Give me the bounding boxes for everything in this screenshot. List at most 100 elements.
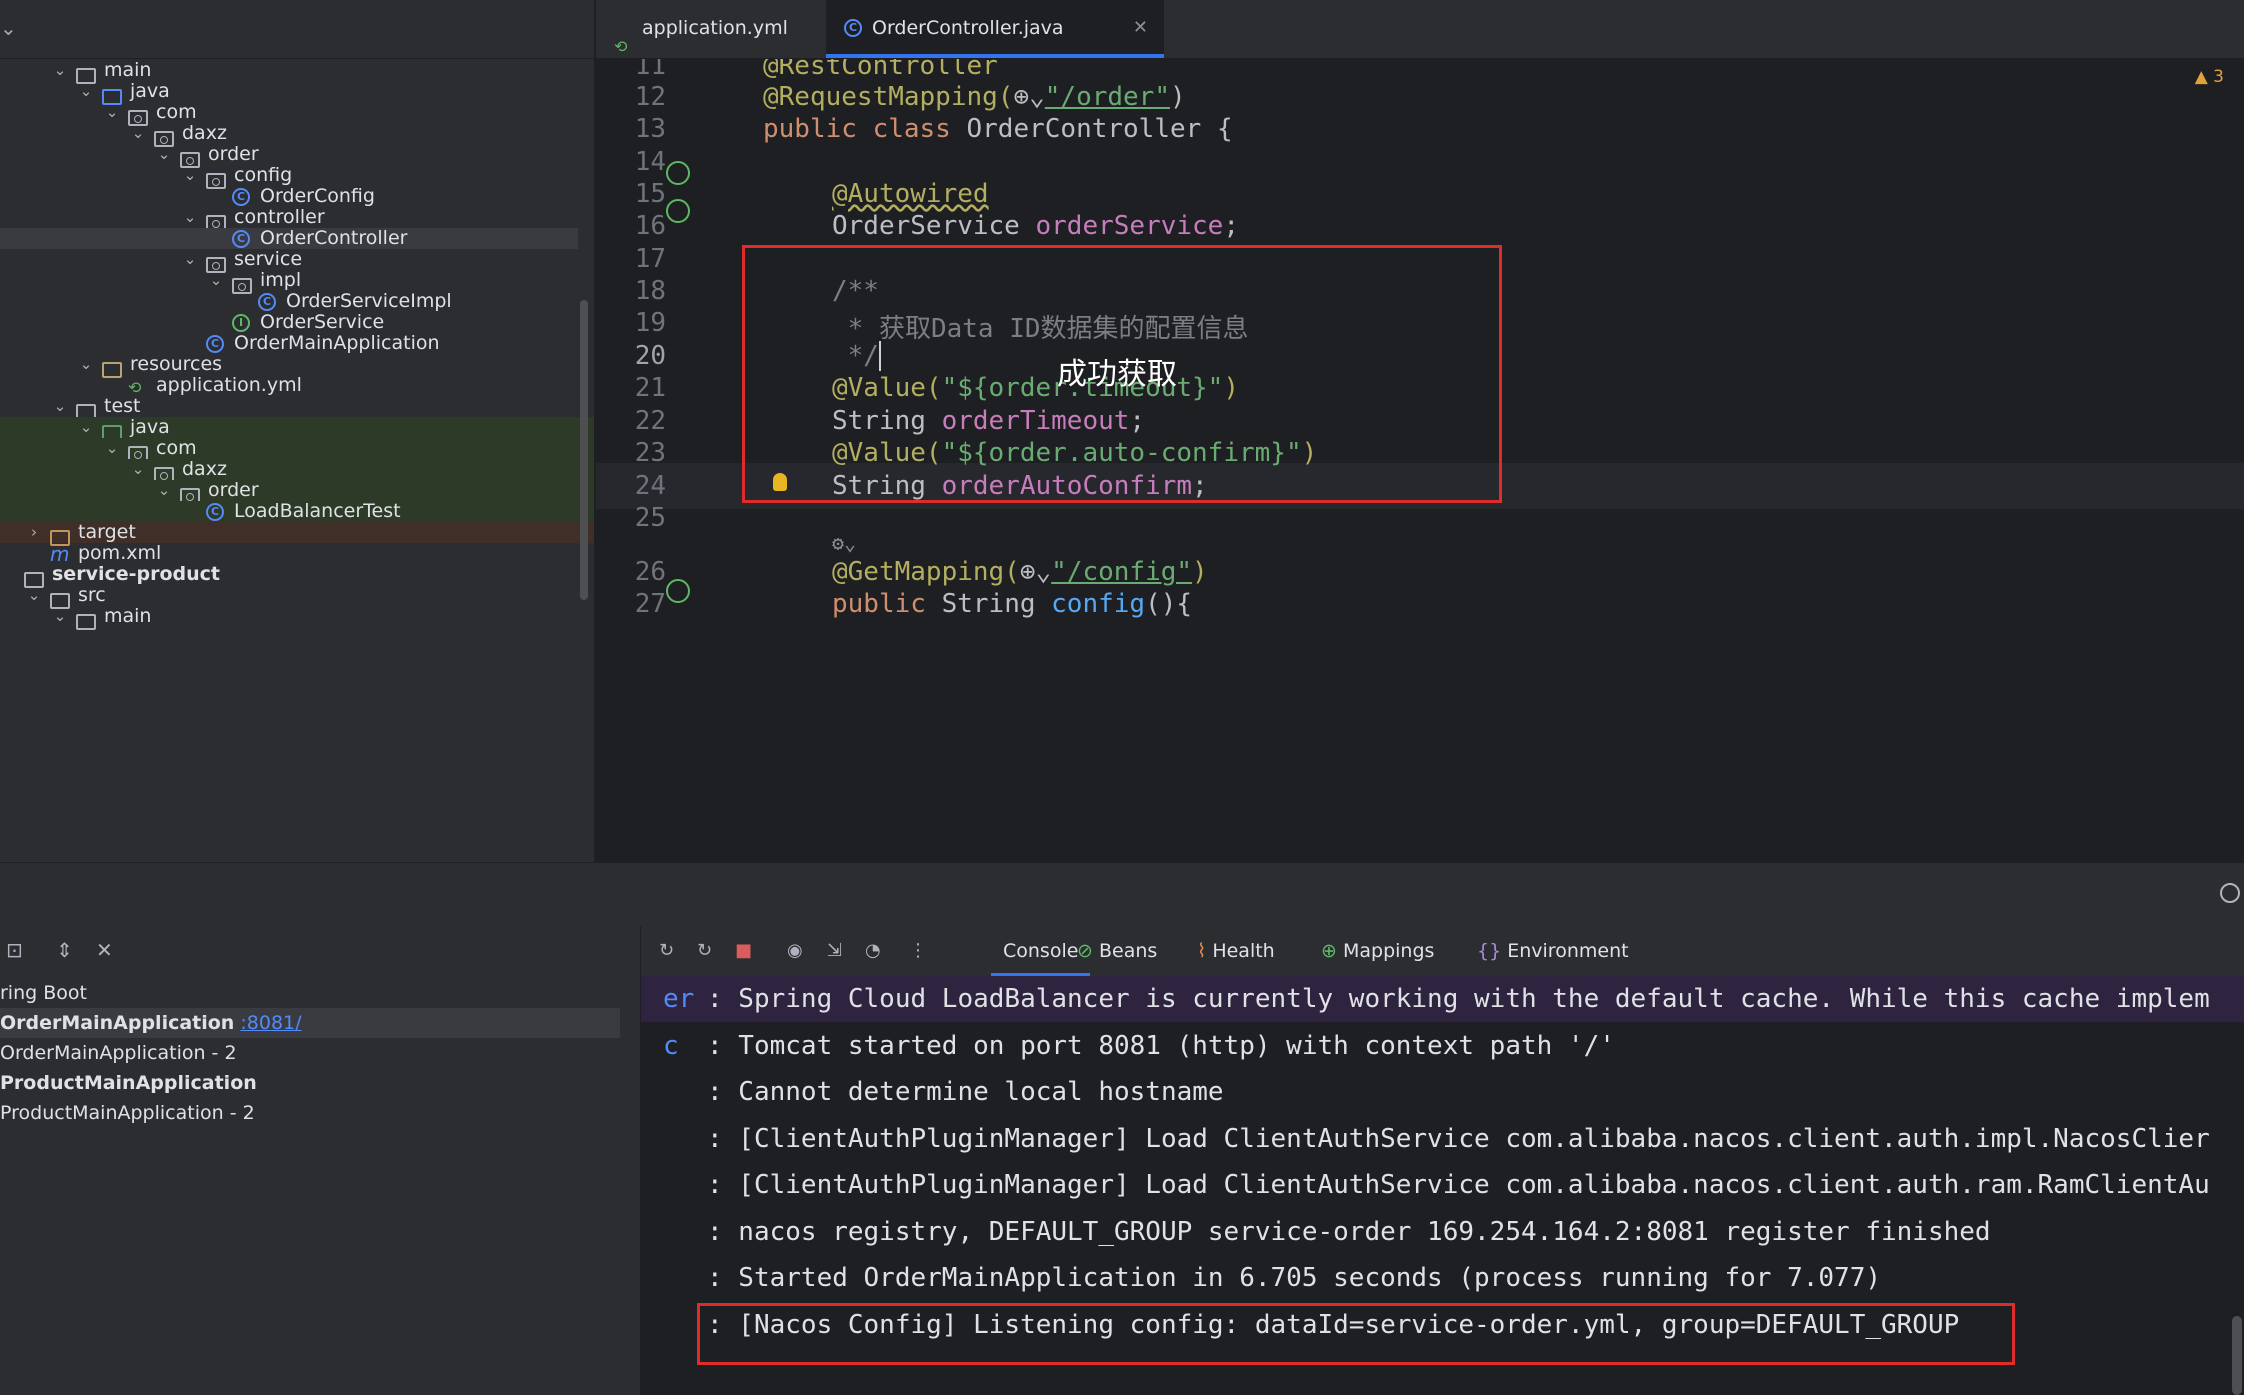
tab-mappings[interactable]: ⊕ Mappings	[1321, 926, 1434, 976]
expand-all-icon[interactable]: ⇕	[56, 938, 73, 962]
line-number[interactable]: 14	[596, 147, 666, 177]
tree-item[interactable]: ⌄ main	[0, 60, 578, 84]
chevron-down-icon[interactable]: ⌄	[0, 16, 17, 40]
tree-item[interactable]: ⌄ order	[0, 144, 578, 168]
tree-item[interactable]: ⌄ daxz	[0, 459, 594, 483]
chevron-down-icon[interactable]: ⌄	[24, 585, 44, 606]
line-number[interactable]: 24	[596, 471, 666, 501]
tab-ordercontroller-java[interactable]: C OrderController.java ✕	[826, 0, 1164, 58]
close-icon[interactable]: ✕	[1133, 0, 1148, 56]
line-number[interactable]: 15	[596, 179, 666, 209]
tree-item[interactable]: ⌄ impl	[0, 270, 578, 294]
restart-icon[interactable]: ↻	[697, 940, 712, 961]
tab-health[interactable]: ⌇ Health	[1197, 926, 1275, 976]
tree-item[interactable]: ⟲ application.yml	[0, 375, 578, 398]
warning-indicator[interactable]: ▲ 3	[2195, 67, 2224, 87]
target-icon[interactable]	[2220, 883, 2240, 903]
service-item[interactable]: OrderMainApplication :8081/	[0, 1008, 620, 1038]
inlay-hints-icon[interactable]: ⚙⌄	[832, 531, 856, 555]
tree-item[interactable]: service-product	[0, 564, 578, 588]
string-literal[interactable]: "/config"	[1051, 557, 1192, 587]
chevron-down-icon[interactable]: ⌄	[206, 270, 226, 291]
code-editor[interactable]: 11 12 13 14 15 16 17 18 19 20 21 22 23 24 25 26 27 ▲ 3 @…	[596, 59, 2244, 862]
line-number[interactable]: 19	[596, 308, 666, 338]
line-number[interactable]: 16	[596, 211, 666, 241]
tree-item[interactable]: C OrderMainApplication	[0, 333, 578, 354]
services-group-header[interactable]: ring Boot	[0, 978, 620, 1008]
chevron-down-icon[interactable]: ⌄	[128, 459, 148, 480]
chevron-down-icon[interactable]: ⌄	[154, 480, 174, 501]
request-mapping-icon[interactable]	[666, 579, 690, 603]
tree-item[interactable]: C OrderServiceImpl	[0, 291, 578, 312]
port-link[interactable]: :8081/	[240, 1012, 301, 1034]
spring-bean-icon[interactable]	[666, 161, 690, 185]
tab-application-yml[interactable]: ⟲ application.yml	[596, 0, 826, 58]
tree-item[interactable]: C LoadBalancerTest	[0, 501, 594, 522]
tree-item[interactable]: › target	[0, 522, 594, 546]
tree-item[interactable]: ⌄ daxz	[0, 123, 578, 147]
tree-item[interactable]: ⌄ java	[0, 81, 578, 105]
tree-item[interactable]: C OrderController	[0, 228, 578, 249]
tab-environment[interactable]: {} Environment	[1477, 926, 1629, 976]
speedometer-icon[interactable]: ◔	[865, 940, 881, 961]
tree-item[interactable]: ⌄ com	[0, 102, 578, 126]
console-scrollbar[interactable]	[2232, 1316, 2242, 1395]
tree-item[interactable]: ⌄ com	[0, 438, 594, 462]
globe-icon[interactable]: ⊕⌄	[1013, 82, 1044, 112]
line-number[interactable]: 26	[596, 557, 666, 587]
tree-item[interactable]: C OrderConfig	[0, 186, 578, 207]
autowired-bean-icon[interactable]	[666, 199, 690, 223]
tree-item[interactable]: ⌄ controller	[0, 207, 578, 231]
tree-item[interactable]: m pom.xml	[0, 543, 578, 565]
chevron-down-icon[interactable]: ⌄	[128, 123, 148, 144]
chevron-down-icon[interactable]: ⌄	[102, 102, 122, 123]
collapse-all-icon[interactable]: ✕	[96, 938, 113, 962]
line-number[interactable]: 21	[596, 373, 666, 403]
chevron-down-icon[interactable]: ⌄	[102, 438, 122, 459]
chevron-down-icon[interactable]: ⌄	[50, 396, 70, 417]
tree-item[interactable]: ⌄ java	[0, 417, 594, 441]
tree-item[interactable]: ⌄ main	[0, 606, 578, 630]
camera-icon[interactable]: ◉	[787, 940, 803, 961]
stop-icon[interactable]: ■	[735, 940, 752, 961]
line-number[interactable]: 25	[596, 503, 666, 533]
tab-beans[interactable]: ⊘ Beans	[1077, 926, 1157, 976]
chevron-down-icon[interactable]: ⌄	[180, 207, 200, 228]
chevron-right-icon[interactable]: ›	[24, 522, 44, 543]
chevron-down-icon[interactable]: ⌄	[180, 165, 200, 186]
line-number[interactable]: 22	[596, 406, 666, 436]
chevron-down-icon[interactable]: ⌄	[76, 354, 96, 375]
chevron-down-icon[interactable]: ⌄	[154, 144, 174, 165]
tab-console[interactable]: Console	[991, 926, 1091, 976]
tree-item[interactable]: ⌄ config	[0, 165, 578, 189]
line-number[interactable]: 18	[596, 276, 666, 306]
chevron-down-icon[interactable]: ⌄	[50, 606, 70, 627]
line-number[interactable]: 13	[596, 114, 666, 144]
globe-icon[interactable]: ⊕⌄	[1020, 557, 1051, 587]
tree-scrollbar[interactable]	[580, 300, 588, 600]
tree-item[interactable]: ⌄ src	[0, 585, 578, 609]
line-number[interactable]: 20	[596, 341, 666, 371]
line-number[interactable]: 11	[596, 59, 666, 81]
chevron-down-icon[interactable]: ⌄	[50, 60, 70, 81]
tree-item[interactable]: ⌄ test	[0, 396, 578, 420]
string-literal[interactable]: "/order"	[1045, 82, 1170, 112]
line-number[interactable]: 23	[596, 438, 666, 468]
line-number[interactable]: 17	[596, 244, 666, 274]
rerun-icon[interactable]: ↻	[659, 940, 674, 961]
service-item[interactable]: ProductMainApplication	[0, 1068, 620, 1098]
tree-item[interactable]: ⌄ order	[0, 480, 594, 504]
line-number[interactable]: 12	[596, 82, 666, 112]
chevron-down-icon[interactable]: ⌄	[76, 81, 96, 102]
tree-item[interactable]: ⌄ service	[0, 249, 578, 273]
exit-icon[interactable]: ⇲	[827, 940, 842, 961]
chevron-down-icon[interactable]: ⌄	[76, 417, 96, 438]
add-service-icon[interactable]: ⊡	[6, 938, 23, 962]
line-number[interactable]: 27	[596, 589, 666, 619]
tree-item[interactable]: I OrderService	[0, 312, 578, 333]
service-item[interactable]: ProductMainApplication - 2	[0, 1098, 620, 1128]
more-options-icon[interactable]: ⋮	[909, 940, 927, 961]
service-item[interactable]: OrderMainApplication - 2	[0, 1038, 620, 1068]
tree-item[interactable]: ⌄ resources	[0, 354, 578, 378]
chevron-down-icon[interactable]: ⌄	[180, 249, 200, 270]
